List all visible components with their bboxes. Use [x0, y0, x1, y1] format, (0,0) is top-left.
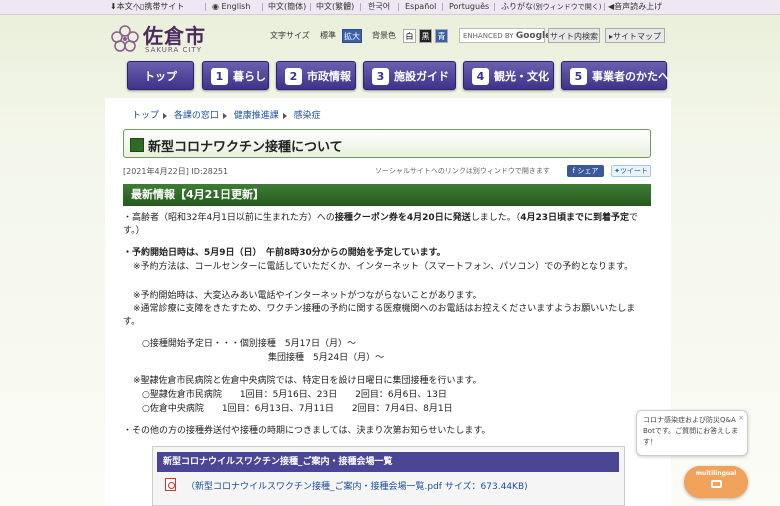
- text-size-large[interactable]: 拡大: [342, 29, 362, 43]
- breadcrumb-health[interactable]: 健康推進課: [234, 111, 279, 121]
- group-chuo: ○佐倉中央病院 1回目：6月13日、7月11日 2回目：7月4日、8月1日: [142, 404, 453, 414]
- attachment-title: 新型コロナウイルスワクチン接種_ご案内・接種会場一覧: [157, 452, 619, 472]
- title-square-icon: [130, 138, 144, 152]
- page-meta: [2021年4月22日] ID:28251: [123, 167, 229, 176]
- page-title-box: 新型コロナワクチン接種について: [123, 129, 651, 158]
- nav-city-info[interactable]: 2 市政情報: [276, 61, 356, 90]
- utility-bar: ⬇本文へ ▯携帯サイト ◉ English 中文(簡体) 中文(繁體) 한국어 …: [0, 0, 780, 15]
- social-note: ソーシャルサイトへのリンクは別ウィンドウで開きます: [375, 167, 550, 175]
- chinese-traditional-link[interactable]: 中文(繁體): [316, 1, 354, 13]
- bg-color-label: 背景色: [372, 31, 396, 40]
- schedule-group: 集団接種 5月24日（月）～: [268, 353, 385, 363]
- furigana-link[interactable]: ふりがな(別ウィンドウで開く): [501, 1, 601, 13]
- site-search-button[interactable]: サイト内検索: [548, 28, 600, 43]
- bg-color-white[interactable]: 白: [403, 29, 416, 43]
- english-link[interactable]: ◉ English: [212, 1, 250, 13]
- chinese-simplified-link[interactable]: 中文(簡体): [268, 1, 306, 13]
- tweet-button[interactable]: ✦ツイート: [611, 165, 651, 177]
- korean-link[interactable]: 한국어: [368, 1, 390, 13]
- close-icon[interactable]: ×: [738, 413, 744, 424]
- reservation-start: ・予約開始日時は、5月9日（日） 午前8時30分からの開始を予定しています。: [123, 248, 446, 258]
- nav-facility-guide[interactable]: 3 施設ガイド: [363, 61, 456, 90]
- text-size-standard[interactable]: 標準: [318, 29, 338, 43]
- breadcrumb: トップ 各課の窓口 健康推進課 感染症: [132, 108, 321, 121]
- reservation-warning: ※予約開始時は、大変込みあい電話やインターネットがつながらないことがあります。: [133, 291, 482, 301]
- speech-reader-link[interactable]: ◀音声読み上げ: [608, 1, 662, 13]
- chat-icon: [711, 480, 722, 488]
- coupon-notice: ・高齢者（昭和32年4月1日以前に生まれた方）への接種クーポン券を4月20日に発…: [123, 213, 639, 236]
- bg-color-blue[interactable]: 青: [435, 29, 448, 43]
- clinic-call-notice: ※通常診療に支障をきたすため、ワクチン接種の予約に関する医療機関へのお電話はお控…: [123, 304, 636, 327]
- group-seirei: ○聖隷佐倉市民病院 1回目：5月16日、23日 2回目：6月6日、13日: [142, 390, 447, 400]
- breadcrumb-departments[interactable]: 各課の窓口: [174, 111, 219, 121]
- sakura-flower-icon: [111, 25, 139, 52]
- breadcrumb-infectious-disease[interactable]: 感染症: [294, 111, 321, 121]
- chatbot-button[interactable]: multilingual: [684, 466, 748, 498]
- reservation-method: ※予約方法は、コールセンターに電話していただくか、インターネット（スマートフォン…: [133, 262, 634, 272]
- facebook-share-button[interactable]: f シェア: [567, 165, 604, 177]
- pdf-icon: [165, 478, 176, 491]
- site-logo[interactable]: 佐倉市: [143, 20, 206, 49]
- sitemap-button[interactable]: ▸サイトマップ: [605, 28, 665, 43]
- chatbot-bubble: × コロナ感染症および防災Q&A Botです。ご質問にお答えします！: [636, 410, 748, 456]
- nav-top[interactable]: トップ: [127, 61, 194, 90]
- mobile-site-link[interactable]: ▯携帯サイト: [140, 1, 184, 13]
- section-heading: 最新情報【4月21日更新】: [123, 184, 651, 206]
- nav-living[interactable]: 1 暮らし: [202, 61, 269, 90]
- search-input[interactable]: ENHANCED BY Google: [459, 28, 551, 43]
- other-notice: ・その他の方の接種券送付や接種の時期につきましては、決まり次第お知らせいたします…: [123, 426, 491, 436]
- attachment-pdf-link[interactable]: （新型コロナウイルスワクチン接種_ご案内・接種会場一覧.pdf サイズ：673.…: [186, 479, 528, 492]
- portuguese-link[interactable]: Português: [449, 1, 489, 13]
- nav-tourism-culture[interactable]: 4 観光・文化: [463, 61, 554, 90]
- breadcrumb-top[interactable]: トップ: [132, 111, 159, 121]
- site-logo-subtitle: SAKURA CITY: [145, 46, 202, 54]
- schedule-individual: ○接種開始予定日・・・個別接種 5月17日（月）～: [142, 339, 357, 349]
- nav-business[interactable]: 5 事業者のかたへ: [561, 61, 669, 90]
- text-size-label: 文字サイズ: [270, 31, 310, 40]
- page-title: 新型コロナワクチン接種について: [148, 140, 343, 155]
- chatbot-button-label: multilingual: [695, 470, 737, 477]
- spanish-link[interactable]: Español: [405, 1, 436, 13]
- bg-color-black[interactable]: 黒: [419, 29, 432, 43]
- group-notice: ※聖隷佐倉市民病院と佐倉中央病院では、特定日を設け日曜日に集団接種を行います。: [133, 376, 482, 386]
